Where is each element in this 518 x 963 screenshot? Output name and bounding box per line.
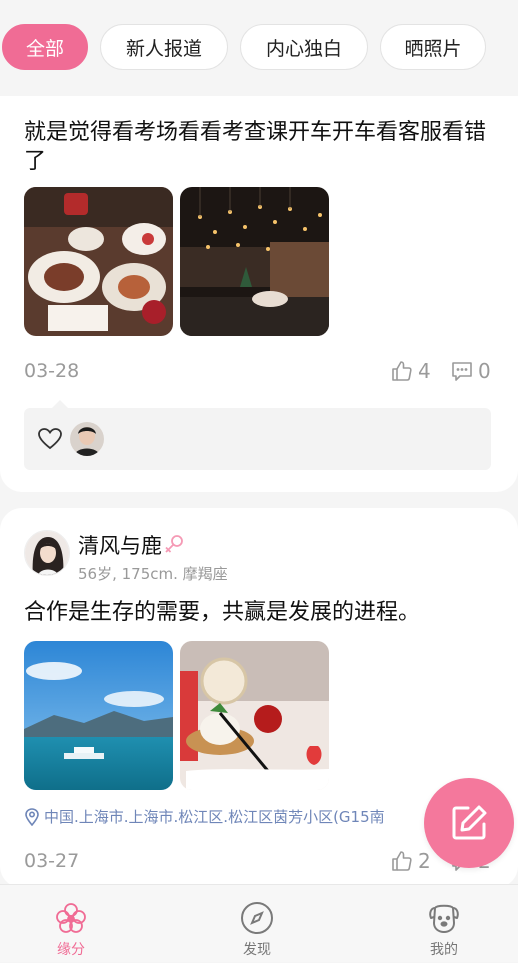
like-count: 2 [418, 849, 431, 873]
nav-mine-label: 我的 [430, 942, 458, 958]
like-button[interactable]: 4 [390, 359, 431, 383]
nav-discover[interactable]: 发现 [207, 885, 307, 963]
compass-icon [241, 902, 273, 934]
post-text: 合作是生存的需要，共赢是发展的进程。 [24, 600, 421, 625]
post-date: 03-27 [24, 850, 80, 872]
like-count: 4 [418, 359, 431, 383]
thumbs-up-icon [392, 361, 412, 381]
nav-fate-label: 缘分 [57, 942, 85, 958]
location-pin-icon [25, 807, 39, 826]
tab-newcomer[interactable]: 新人报道 [100, 24, 228, 70]
like-button[interactable]: 2 [390, 849, 431, 873]
location[interactable]: 中国.上海市.上海市.松江区.松江区茵芳小区(G15南 [24, 806, 454, 827]
post-image[interactable] [24, 187, 173, 336]
category-tabs: 全部 新人报道 内心独白 晒照片 [0, 0, 518, 96]
bottom-nav: 缘分 发现 我的 [0, 884, 518, 962]
liked-users [24, 400, 491, 470]
post-date: 03-28 [24, 360, 80, 382]
comment-icon [452, 362, 472, 381]
comment-count: 0 [478, 359, 491, 383]
user-name[interactable]: 清风与鹿 [78, 530, 162, 560]
avatar[interactable] [70, 422, 104, 456]
comment-button[interactable]: 0 [450, 359, 491, 383]
nav-mine[interactable]: 我的 [394, 885, 494, 963]
dog-face-icon [429, 904, 459, 933]
user-name-row: 清风与鹿 [78, 530, 186, 560]
tab-monologue[interactable]: 内心独白 [240, 24, 368, 70]
user-meta: 56岁, 175cm. 摩羯座 [78, 565, 228, 583]
flower-icon [56, 903, 86, 933]
thumbs-up-icon [392, 851, 412, 871]
avatar[interactable] [24, 530, 70, 576]
heart-icon[interactable] [37, 427, 63, 451]
tab-all[interactable]: 全部 [2, 24, 88, 70]
post-text: 就是觉得看考场看看考查课开车开车看客服看错了 [24, 120, 487, 174]
post-image[interactable] [180, 187, 329, 336]
nav-discover-label: 发现 [243, 942, 271, 958]
edit-icon [452, 805, 487, 840]
tab-photos[interactable]: 晒照片 [380, 24, 486, 70]
location-text: 中国.上海市.上海市.松江区.松江区茵芳小区(G15南 [44, 808, 385, 826]
compose-button[interactable] [424, 778, 514, 868]
post-image[interactable] [180, 641, 329, 790]
post-image[interactable] [24, 641, 173, 790]
nav-fate[interactable]: 缘分 [21, 885, 121, 963]
female-icon [165, 535, 183, 553]
